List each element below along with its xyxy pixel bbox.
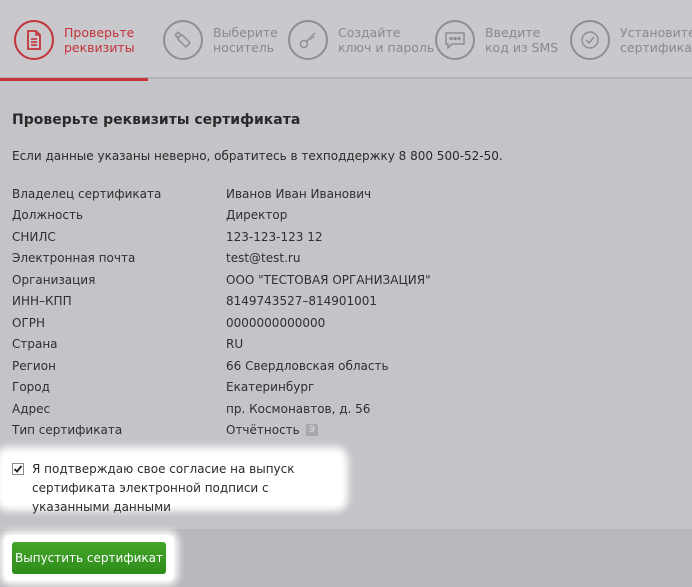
detail-label: Электронная почта [12, 251, 136, 266]
detail-label: Должность [12, 208, 84, 223]
issue-button-highlight: Выпустить сертификат [4, 535, 174, 581]
key-icon [288, 19, 328, 60]
detail-label: Страна [12, 337, 58, 352]
detail-label: Город [12, 380, 50, 395]
detail-row: Адрес пр. Космонавтов, д. 56 [12, 398, 672, 420]
step-check-details[interactable]: Проверьте реквизиты [0, 0, 184, 81]
step-label: Установите сертификат [620, 24, 692, 55]
detail-row: СНИЛС 123-123-123 12 [12, 226, 672, 248]
detail-row: Город Екатеринбург [12, 377, 672, 399]
detail-value: test@test.ru [226, 251, 301, 266]
detail-row: Страна RU [12, 334, 672, 356]
sms-icon [435, 19, 475, 60]
detail-value: Иванов Иван Иванович [226, 186, 372, 201]
details-list: Владелец сертификата Иванов Иван Иванови… [12, 183, 672, 441]
detail-value: 0000000000000 [226, 315, 326, 330]
detail-value: RU [226, 337, 244, 352]
consent-checkbox[interactable] [12, 463, 24, 475]
detail-value: Отчётность Э [226, 423, 318, 437]
checkmark-icon [13, 465, 23, 473]
check-icon [570, 19, 610, 60]
detail-value: ООО "ТЕСТОВАЯ ОРГАНИЗАЦИЯ" [226, 272, 431, 287]
detail-label: Организация [12, 272, 96, 287]
detail-row: Организация ООО "ТЕСТОВАЯ ОРГАНИЗАЦИЯ" [12, 269, 672, 291]
issue-certificate-button[interactable]: Выпустить сертификат [12, 542, 166, 574]
consent-box: Я подтверждаю свое согласие на выпуск се… [2, 453, 342, 514]
detail-value: 8149743527–814901001 [226, 294, 378, 309]
detail-row: Должность Директор [12, 205, 672, 227]
page-title: Проверьте реквизиты сертификата [12, 112, 301, 128]
detail-label: Тип сертификата [12, 423, 123, 438]
detail-row: ОГРН 0000000000000 [12, 312, 672, 334]
detail-label: СНИЛС [12, 229, 56, 244]
footer-bar: Выпустить сертификат [0, 529, 692, 587]
detail-row: Владелец сертификата Иванов Иван Иванови… [12, 183, 672, 205]
certificate-details-section: Проверьте реквизиты сертификата Если дан… [0, 81, 692, 529]
detail-value: 66 Свердловская область [226, 358, 389, 373]
certificate-type-info-icon[interactable]: Э [305, 424, 318, 437]
detail-label: ИНН–КПП [12, 294, 72, 309]
detail-value: Директор [226, 208, 288, 223]
detail-label: Владелец сертификата [12, 186, 162, 201]
wizard-stepper: Проверьте реквизиты Выберите носитель Со… [0, 0, 692, 81]
detail-row: Регион 66 Свердловская область [12, 355, 672, 377]
step-install-certificate[interactable]: Установите сертификат [570, 0, 692, 79]
detail-label: ОГРН [12, 315, 46, 330]
detail-value: 123-123-123 12 [226, 229, 323, 244]
detail-label: Адрес [12, 401, 51, 416]
step-create-key[interactable]: Создайте ключ и пароль [288, 0, 458, 79]
detail-row: Электронная почта test@test.ru [12, 248, 672, 270]
detail-label: Регион [12, 358, 56, 373]
detail-value: пр. Космонавтов, д. 56 [226, 401, 371, 416]
usb-icon [163, 19, 203, 60]
detail-row: ИНН–КПП 8149743527–814901001 [12, 291, 672, 313]
document-icon [14, 19, 54, 60]
support-notice: Если данные указаны неверно, обратитесь … [12, 149, 503, 163]
detail-value: Екатеринбург [226, 380, 315, 395]
detail-row: Тип сертификата Отчётность Э [12, 420, 672, 442]
consent-text[interactable]: Я подтверждаю свое согласие на выпуск се… [32, 460, 332, 517]
certificate-type-value: Отчётность [226, 423, 300, 438]
